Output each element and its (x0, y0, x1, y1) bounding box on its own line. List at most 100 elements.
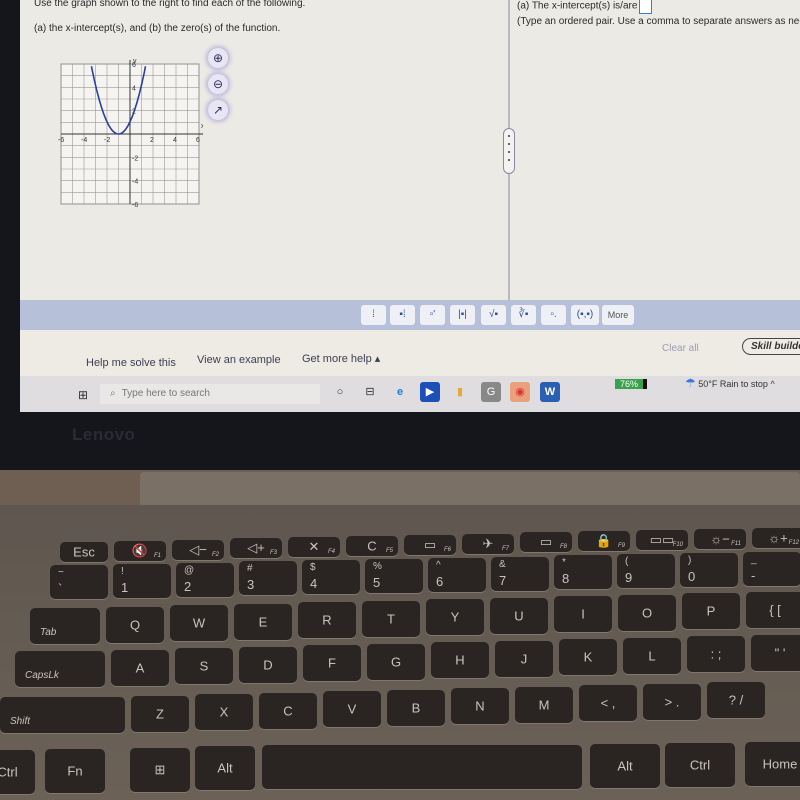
key-3[interactable]: #3 (239, 561, 297, 596)
answer-pane: (a) The x-intercept(s) is/are (Type an o… (512, 0, 800, 300)
taskbar-search[interactable]: ⌕ Type here to search (100, 384, 320, 404)
key-u[interactable]: U (490, 597, 548, 634)
key-5[interactable]: % 5 (365, 559, 423, 593)
key-y[interactable]: Y (426, 599, 484, 635)
zoom-in-icon[interactable]: ⊕ (208, 48, 228, 68)
subscript-button[interactable]: ▫. (541, 305, 566, 325)
skill-builder-button[interactable]: Skill builde (742, 338, 800, 355)
key-ctrl[interactable]: Ctrl (0, 750, 35, 794)
key-0[interactable]: ) 0 (680, 553, 738, 587)
key-7[interactable]: & 7 (491, 556, 549, 591)
key-v[interactable]: V (323, 691, 381, 727)
key-tab[interactable]: Tab (30, 608, 100, 644)
view-example-link[interactable]: View an example (197, 354, 281, 366)
more-button[interactable]: More (602, 305, 634, 325)
key-f2[interactable]: ◁− F2 (172, 539, 224, 560)
key-[interactable]: ? / (707, 682, 765, 718)
weather-widget[interactable]: ☂ 50°F Rain to stop ^ (685, 376, 775, 390)
key-6[interactable]: ^ 6 (428, 557, 486, 592)
zoom-out-icon[interactable]: ⊖ (208, 74, 228, 94)
store-app-icon[interactable]: ▶ (420, 382, 440, 402)
key-f4[interactable]: ✕ F4 (288, 537, 340, 558)
key-1[interactable]: ! 1 (113, 563, 171, 598)
fraction-button[interactable]: ⁞ (361, 305, 386, 325)
key-e[interactable]: E (234, 603, 292, 640)
key-q[interactable]: Q (106, 606, 164, 643)
key-z[interactable]: Z (131, 695, 189, 732)
ordered-pair-button[interactable]: (▪,▪) (571, 305, 599, 325)
key-b[interactable]: B (387, 689, 445, 726)
key-n[interactable]: N (451, 688, 509, 724)
key-esc[interactable]: Esc (60, 542, 108, 562)
x-intercept-answer-input[interactable] (639, 0, 653, 14)
key-w[interactable]: W (170, 605, 228, 641)
key-4[interactable]: $4 (302, 560, 360, 595)
key-r[interactable]: R (298, 602, 356, 638)
key-f1[interactable]: 🔇 F1 (114, 540, 166, 561)
key--[interactable]: _ - (743, 551, 800, 586)
key-home-right[interactable]: Home (745, 741, 800, 786)
key-alt[interactable]: Alt (195, 746, 255, 791)
key-p[interactable]: P (682, 593, 740, 629)
key-[interactable]: " ' (751, 634, 800, 671)
absolute-value-button[interactable]: |▪| (450, 305, 475, 325)
key-[interactable]: < , (579, 685, 637, 721)
key-g[interactable]: G (367, 643, 425, 680)
key-[interactable]: : ; (687, 636, 745, 672)
key-2[interactable]: @2 (176, 562, 234, 597)
key-f7[interactable]: ✈ F7 (462, 533, 514, 554)
key-fn[interactable]: Fn (45, 748, 105, 793)
key-windows[interactable]: ⊞ (130, 747, 190, 792)
key-i[interactable]: I (554, 596, 612, 632)
key-space[interactable] (262, 745, 582, 790)
key-[interactable]: { [ (746, 591, 800, 628)
key-f[interactable]: F (303, 645, 361, 681)
chevron-up-icon[interactable]: ^ (770, 379, 774, 389)
key-f5[interactable]: C F5 (346, 536, 398, 556)
key-k[interactable]: K (559, 639, 617, 675)
key-8[interactable]: * 8 (554, 555, 612, 590)
key-capslk[interactable]: CapsLk (15, 651, 105, 687)
key-s[interactable]: S (175, 648, 233, 684)
nth-root-button[interactable]: ∛▪ (511, 305, 536, 325)
cortana-icon[interactable]: ○ (330, 382, 350, 402)
key-f12[interactable]: ☼+ F12 (752, 527, 800, 548)
help-me-solve-link[interactable]: Help me solve this (86, 357, 176, 369)
key-ctrl-right[interactable]: Ctrl (665, 742, 735, 787)
key-f9[interactable]: 🔒 F9 (578, 531, 630, 552)
key-o[interactable]: O (618, 594, 676, 631)
key-j[interactable]: J (495, 640, 553, 677)
key-d[interactable]: D (239, 646, 297, 683)
key-f8[interactable]: ▭ F8 (520, 532, 572, 553)
key-c[interactable]: C (259, 692, 317, 729)
square-root-button[interactable]: √▪ (481, 305, 506, 325)
chrome-icon[interactable]: ◉ (510, 382, 530, 402)
key-9[interactable]: (9 (617, 554, 675, 589)
file-explorer-icon[interactable]: ▮ (450, 382, 470, 402)
key-f3[interactable]: ◁+ F3 (230, 538, 282, 559)
windows-start-icon[interactable]: ⊞ (78, 388, 88, 402)
key-f10[interactable]: ▭▭ F10 (636, 530, 688, 550)
key-shift[interactable]: Shift (0, 697, 125, 733)
task-view-icon[interactable]: ⊟ (360, 382, 380, 402)
key-[interactable]: > . (643, 683, 701, 720)
exponent-button[interactable]: ▫' (420, 305, 445, 325)
mixed-number-button[interactable]: ▪⁞ (390, 305, 415, 325)
key-m[interactable]: M (515, 686, 573, 723)
google-icon[interactable]: G (481, 382, 501, 402)
battery-indicator[interactable]: 76% (615, 379, 647, 389)
clear-all-button[interactable]: Clear all (662, 343, 699, 354)
key-l[interactable]: L (623, 637, 681, 674)
key-f6[interactable]: ▭ F6 (404, 534, 456, 555)
pop-out-icon[interactable]: ↗ (208, 100, 228, 120)
key-x[interactable]: X (195, 694, 253, 730)
key-f11[interactable]: ☼− F11 (694, 528, 746, 549)
key-h[interactable]: H (431, 642, 489, 678)
edge-icon[interactable]: e (390, 382, 410, 402)
key-a[interactable]: A (111, 649, 169, 686)
key-alt-right[interactable]: Alt (590, 744, 660, 788)
get-more-help-link[interactable]: Get more help ▴ (302, 352, 380, 365)
word-icon[interactable]: W (540, 382, 560, 402)
key-t[interactable]: T (362, 600, 420, 637)
key-`[interactable]: ~ ` (50, 565, 108, 599)
